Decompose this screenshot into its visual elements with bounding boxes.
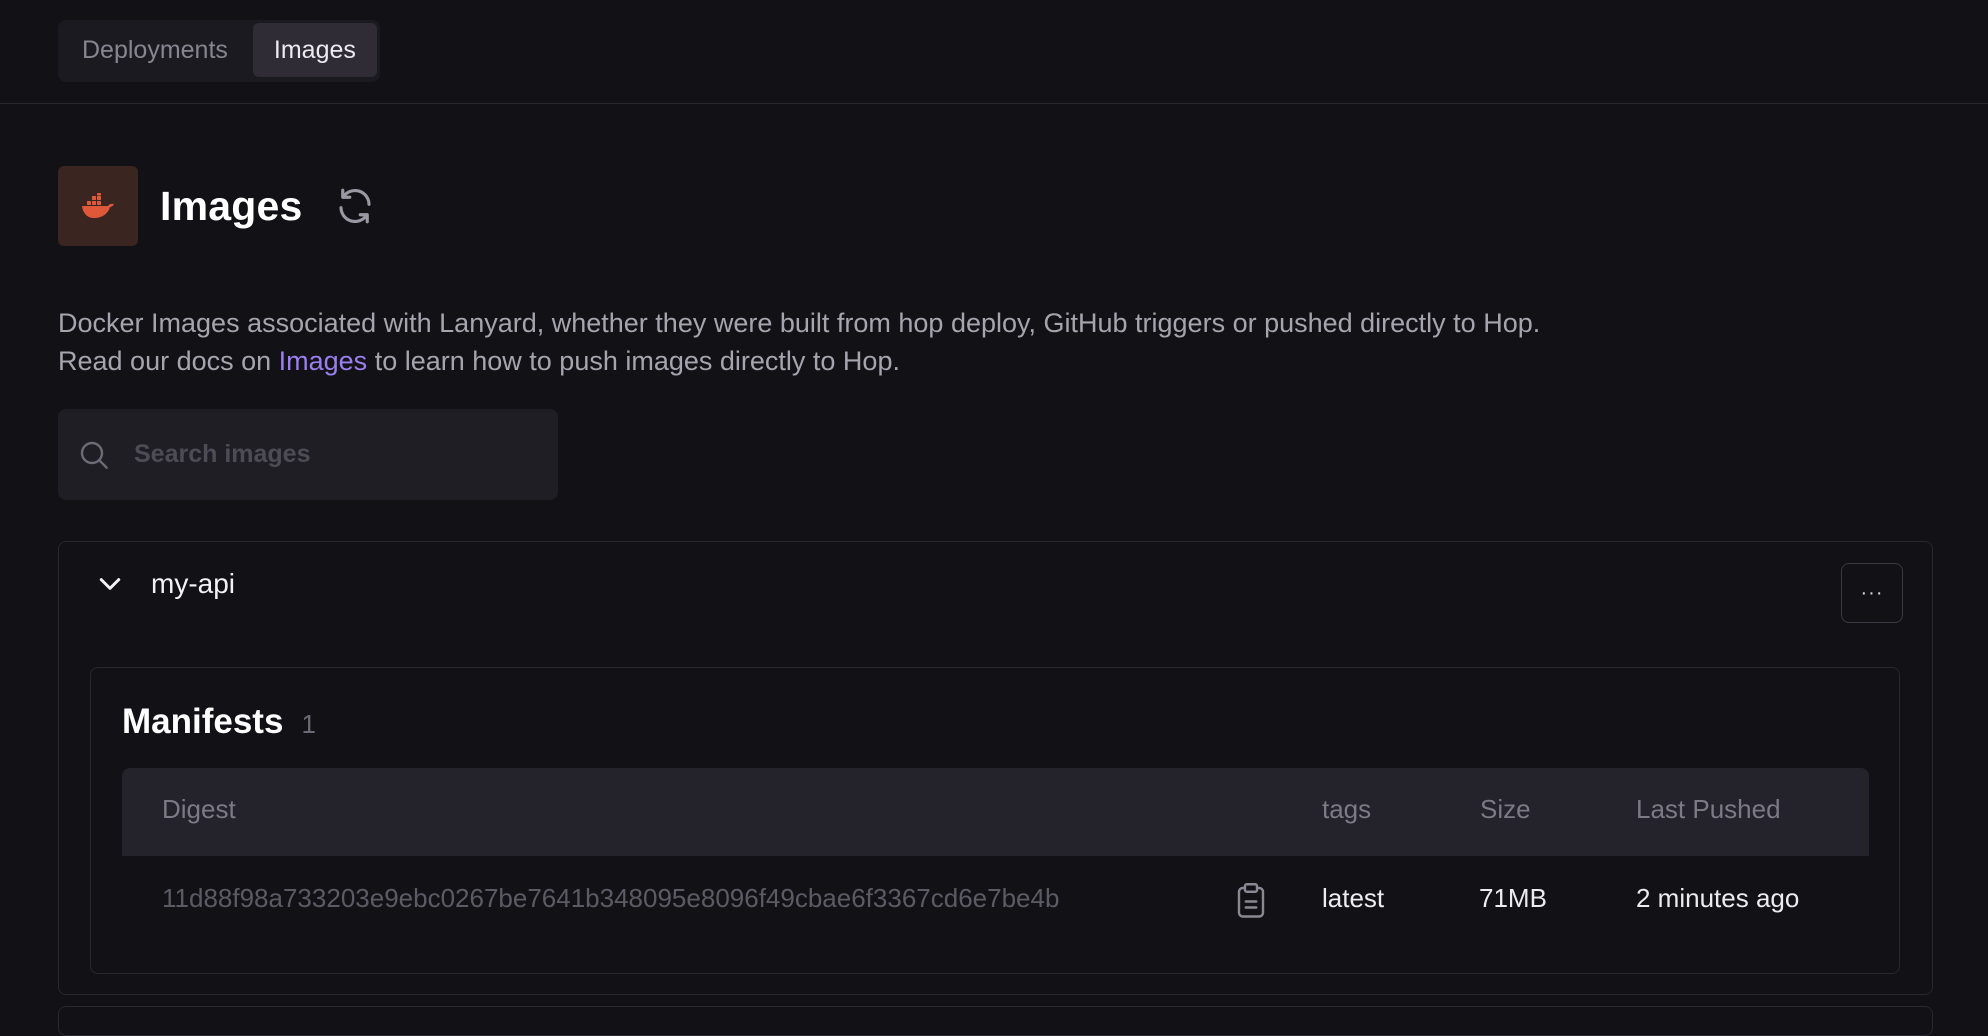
search-box	[58, 409, 558, 500]
repository-name: my-api	[151, 568, 236, 599]
repository-card: my-api ··· Manifests 1 Digest tags Size …	[58, 541, 1933, 995]
search-input[interactable]	[132, 439, 516, 470]
manifests-table-header: Digest tags Size Last Pushed	[122, 768, 1869, 856]
description-line-1: Docker Images associated with Lanyard, w…	[58, 308, 1541, 338]
search-icon	[80, 441, 108, 469]
table-row: 11d88f98a733203e9ebc0267be7641b348095e80…	[122, 856, 1869, 946]
chevron-down-icon	[99, 578, 121, 590]
page-description: Docker Images associated with Lanyard, w…	[58, 304, 1540, 380]
docker-whale-icon	[82, 193, 114, 218]
page-header: Images	[58, 166, 377, 246]
manifest-tag: latest	[1322, 883, 1385, 913]
manifest-size: 71MB	[1479, 883, 1547, 913]
manifests-heading: Manifests 1	[122, 702, 316, 742]
column-header-tags: tags	[1322, 794, 1372, 824]
column-header-last-pushed: Last Pushed	[1636, 794, 1781, 824]
description-line-2: Read our docs on Images to learn how to …	[58, 342, 1540, 380]
manifest-digest: 11d88f98a733203e9ebc0267be7641b348095e80…	[162, 883, 1060, 913]
manifests-title: Manifests	[122, 702, 284, 741]
refresh-icon[interactable]	[333, 184, 377, 228]
manifest-last-pushed: 2 minutes ago	[1636, 883, 1800, 913]
more-options-button[interactable]: ···	[1841, 563, 1903, 623]
repository-toggle[interactable]: my-api	[95, 568, 235, 600]
column-header-digest: Digest	[162, 794, 236, 824]
top-bar: Deployments Images	[0, 0, 1988, 104]
manifests-count: 1	[301, 709, 316, 739]
description-prefix: Read our docs on	[58, 346, 279, 376]
clipboard-icon[interactable]	[1236, 882, 1266, 918]
column-header-size: Size	[1480, 794, 1531, 824]
manifests-panel: Manifests 1 Digest tags Size Last Pushed…	[90, 667, 1900, 974]
description-suffix: to learn how to push images directly to …	[367, 346, 900, 376]
page-title: Images	[160, 182, 303, 229]
docker-badge	[58, 166, 138, 246]
next-repository-card	[58, 1006, 1933, 1036]
tab-deployments[interactable]: Deployments	[61, 23, 249, 77]
tab-group: Deployments Images	[58, 20, 380, 82]
images-docs-link[interactable]: Images	[279, 346, 368, 376]
tab-images[interactable]: Images	[252, 23, 377, 77]
